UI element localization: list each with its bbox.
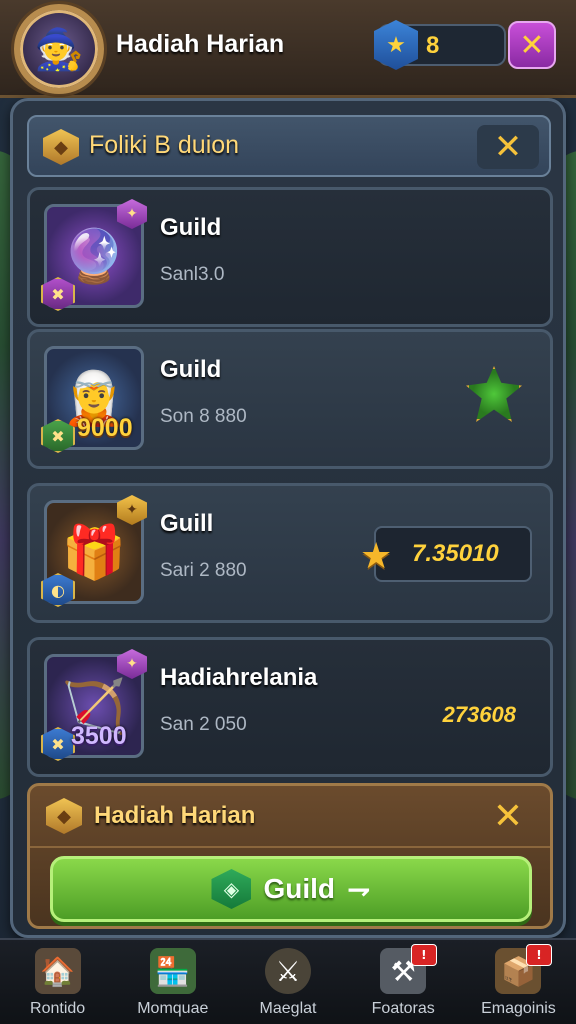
nav-item-battle[interactable]: ⚔ Maeglat: [230, 940, 345, 1024]
reward-value-box: ★ 7.35010: [360, 526, 532, 582]
player-avatar[interactable]: 🧙: [14, 4, 104, 94]
item-amount: 3500: [71, 722, 127, 750]
claim-header: ◆ Hadiah Harian ✕: [30, 786, 550, 848]
arrow-icon: ⇁: [347, 872, 371, 906]
nav-item-forge[interactable]: ⚒ Foatoras !: [346, 940, 461, 1024]
daily-reward-card: ◆ Hadiah Harian ✕ ◈ Guild ⇁: [27, 783, 553, 929]
claim-button-label: Guild: [263, 873, 336, 904]
close-icon: ✕: [519, 27, 545, 63]
hero-portrait-icon: 🧝 ✖ 9000: [41, 346, 144, 453]
reward-row[interactable]: 🎁 ✦ ◐ Guill Sari 2 880 ★ 7.35010: [27, 483, 553, 623]
row-title: Hadiahrelania: [160, 664, 318, 691]
reward-value: 273608: [442, 702, 516, 727]
nav-item-shop[interactable]: 🏪 Momquae: [115, 940, 230, 1024]
row-subtitle: San 2 050: [160, 714, 247, 735]
row-subtitle: Son 8 880: [160, 406, 247, 427]
green-gem-icon: [466, 366, 522, 422]
gold-star-icon: ★: [360, 536, 393, 577]
row-title: Guill: [160, 510, 214, 537]
rarity-badge-icon: ✦: [117, 495, 147, 525]
nav-label: Maeglat: [259, 1000, 317, 1017]
claim-title: Hadiah Harian: [94, 802, 256, 829]
close-button[interactable]: ✕: [508, 21, 556, 69]
close-icon: ✕: [492, 795, 524, 837]
bottom-nav: 🏠 Rontido 🏪 Momquae ⚔ Maeglat ⚒ Foatoras…: [0, 938, 576, 1024]
claim-button[interactable]: ◈ Guild ⇁: [50, 856, 532, 922]
magic-gauntlet-icon: 🔮 ✦ ✖: [41, 199, 147, 311]
screen-title: Hadiah Harian: [116, 30, 285, 58]
row-subtitle: Sari 2 880: [160, 560, 247, 581]
green-gem-icon: ◈: [211, 869, 252, 909]
panel-close-button[interactable]: ✕: [477, 125, 539, 169]
row-subtitle: Sanl3.0: [160, 264, 225, 285]
alert-badge: !: [526, 944, 553, 966]
reward-value: 7.35010: [412, 540, 499, 567]
reward-row[interactable]: 🔮 ✦ ✖ Guild Sanl3.0: [27, 187, 553, 327]
badge-icon: ◆: [46, 798, 82, 834]
nav-label: Rontido: [30, 1000, 86, 1017]
item-amount: 9000: [77, 414, 133, 442]
currency-counter[interactable]: ★ 8: [374, 20, 506, 70]
crossbow-icon: 🏹 ✦ ✖ 3500: [41, 649, 147, 761]
reward-row[interactable]: 🏹 ✦ ✖ 3500 Hadiahrelania San 2 050 27360…: [27, 637, 553, 777]
alert-badge: !: [410, 944, 437, 966]
row-title: Guild: [160, 214, 222, 241]
claim-close-button[interactable]: ✕: [482, 792, 534, 840]
rewards-panel: ◆ Foliki B duion ✕ 🔮 ✦ ✖ Guild Sanl3.0 🧝…: [10, 98, 566, 938]
nav-item-chest[interactable]: 📦 Emagoinis !: [461, 940, 576, 1024]
nav-label: Momquae: [137, 1000, 209, 1017]
panel-title: Foliki B duion: [89, 131, 240, 159]
close-icon: ✕: [493, 127, 523, 167]
nav-label: Emagoinis: [481, 1000, 556, 1017]
panel-header: ◆ Foliki B duion ✕: [27, 115, 551, 177]
reward-row[interactable]: 🧝 ✖ 9000 Guild Son 8 880: [27, 329, 553, 469]
shop-icon: 🏪: [149, 948, 196, 994]
rarity-badge-icon: ✦: [117, 199, 147, 229]
rarity-badge-icon: ✦: [117, 649, 147, 679]
top-bar: 🧙 Hadiah Harian ★ 8 ✕: [0, 0, 576, 98]
nav-label: Foatoras: [371, 1000, 435, 1017]
shield-star-icon: ★: [374, 20, 418, 70]
badge-icon: ◆: [43, 129, 79, 165]
row-title: Guild: [160, 356, 222, 383]
currency-value: 8: [426, 32, 440, 59]
sword-icon: ⚔: [265, 948, 311, 994]
treasure-chest-icon: 🎁 ✦ ◐: [41, 495, 147, 607]
nav-item-home[interactable]: 🏠 Rontido: [0, 940, 115, 1024]
home-icon: 🏠: [34, 948, 81, 994]
